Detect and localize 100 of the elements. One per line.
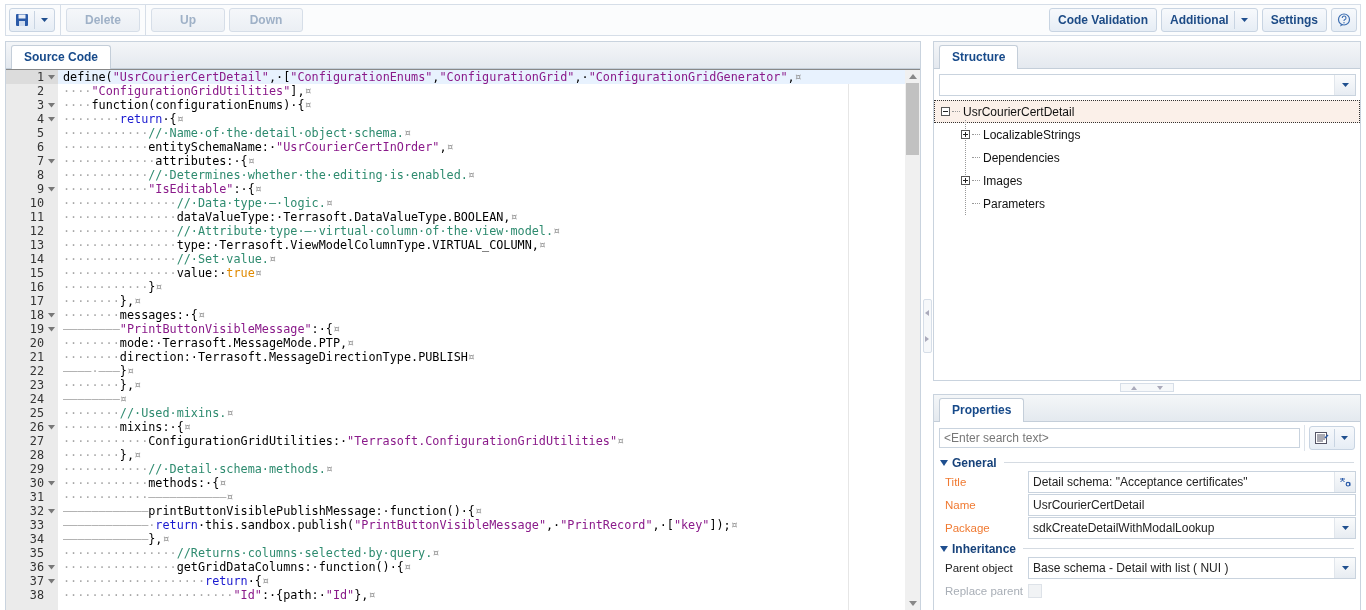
- line-number: 30: [29, 476, 44, 490]
- fold-icon[interactable]: [47, 480, 55, 486]
- line-number: 20: [29, 336, 44, 350]
- fold-icon[interactable]: [47, 312, 55, 318]
- code-line: ········},¤: [63, 294, 142, 308]
- code-line: ————————————printButtonVisiblePublishMessage:·function()·{¤: [63, 504, 483, 518]
- field-label: Name: [945, 498, 977, 511]
- collapse-left-icon[interactable]: [925, 309, 929, 316]
- expand-icon[interactable]: [961, 176, 970, 185]
- group-toggle-icon[interactable]: [940, 545, 948, 552]
- fold-icon[interactable]: [47, 74, 55, 80]
- dropdown-field[interactable]: sdkCreateDetailWithModalLookup: [1028, 516, 1356, 539]
- line-number: 4: [36, 112, 44, 126]
- collapse-icon[interactable]: [941, 107, 950, 116]
- line-number: 26: [29, 420, 44, 434]
- code-line: ————————¤: [63, 392, 127, 406]
- fold-icon[interactable]: [47, 326, 55, 332]
- tree-item[interactable]: Images: [983, 173, 1023, 188]
- line-number: 23: [29, 378, 44, 392]
- code-line: ················//·Set·value.¤: [63, 252, 277, 266]
- group-toggle-icon[interactable]: [940, 459, 948, 466]
- fold-icon[interactable]: [47, 564, 55, 570]
- code-line: ················//·Data·type·—·logic.¤: [63, 196, 333, 210]
- caret-icon: [1340, 435, 1349, 441]
- fold-icon[interactable]: [47, 578, 55, 584]
- tree-item[interactable]: UsrCourierCertDetail: [963, 104, 1075, 119]
- splitter-handle[interactable]: [922, 298, 932, 353]
- scrollbar[interactable]: [905, 70, 920, 610]
- caret-icon: [1340, 564, 1350, 571]
- line-number: 9: [36, 182, 44, 196]
- collapse-right-icon[interactable]: [925, 335, 929, 342]
- text-field[interactable]: Detail schema: "Acceptance certificates": [1028, 470, 1356, 493]
- code-line: ················//Returns·columns·selected·by·query.¤: [63, 546, 440, 560]
- line-number: 33: [29, 518, 44, 532]
- code-line: ····function(configurationEnums)·{¤: [63, 98, 312, 112]
- help-button[interactable]: [1331, 8, 1357, 32]
- scroll-thumb[interactable]: [906, 83, 919, 155]
- view-menu-button[interactable]: [1309, 426, 1355, 450]
- search-field[interactable]: <Enter search text>: [939, 428, 1300, 448]
- toolbar-button[interactable]: Code Validation: [1048, 8, 1157, 32]
- translate-icon: [1339, 476, 1351, 487]
- code-line: ————————"PrintButtonVisibleMessage":·{¤: [63, 322, 340, 336]
- dropdown-button[interactable]: [1334, 557, 1355, 578]
- line-number: 31: [29, 490, 44, 504]
- fold-icon[interactable]: [47, 116, 55, 122]
- line-number: 27: [29, 434, 44, 448]
- line-number: 22: [29, 364, 44, 378]
- expand-icon[interactable]: [961, 130, 970, 139]
- scroll-down-icon[interactable]: [908, 601, 917, 606]
- group-title[interactable]: General: [952, 455, 997, 470]
- group-title[interactable]: Inheritance: [952, 541, 1017, 556]
- line-number: 10: [29, 196, 44, 210]
- line-number: 24: [29, 392, 44, 406]
- code-line: ········//·Used·mixins.¤: [63, 406, 234, 420]
- line-number: 34: [29, 532, 44, 546]
- code-line: ————————————},¤: [63, 532, 170, 546]
- tab[interactable]: Properties: [939, 398, 1025, 422]
- tab[interactable]: Source Code: [11, 45, 111, 69]
- splitter-handle[interactable]: [1120, 383, 1174, 392]
- line-number: 11: [29, 210, 44, 224]
- dropdown-field[interactable]: Base schema - Detail with list ( NUI ): [1028, 556, 1356, 579]
- code-line: ················getGridDataColumns:·function()·{¤: [63, 560, 412, 574]
- field-label: Parent object: [945, 561, 1014, 574]
- translate-button[interactable]: [1334, 471, 1355, 492]
- fold-icon[interactable]: [47, 424, 55, 430]
- tree-item[interactable]: Parameters: [983, 196, 1046, 211]
- scroll-up-icon[interactable]: [908, 74, 917, 79]
- code-line: ····"ConfigurationGridUtilities"],¤: [63, 84, 312, 98]
- code-line: ············ConfigurationGridUtilities:·"Terrasoft.ConfigurationGridUtilities"¤: [63, 434, 625, 448]
- line-number: 13: [29, 238, 44, 252]
- line-number: 17: [29, 294, 44, 308]
- code-line: ················//·Attribute·type·—·virtual·column·of·the·view·model.¤: [63, 224, 561, 238]
- tab[interactable]: Structure: [939, 45, 1019, 69]
- tree-item[interactable]: Dependencies: [983, 150, 1060, 165]
- text-field[interactable]: UsrCourierCertDetail: [1028, 493, 1356, 516]
- additional-button[interactable]: Additional: [1161, 8, 1258, 32]
- fold-icon[interactable]: [47, 508, 55, 514]
- field-label: Title: [945, 475, 968, 488]
- save-button[interactable]: [9, 8, 55, 32]
- fold-icon[interactable]: [47, 158, 55, 164]
- toolbar-button[interactable]: Settings: [1261, 8, 1327, 32]
- dropdown-button[interactable]: [1334, 517, 1355, 538]
- field-label: Replace parent: [945, 584, 1024, 597]
- line-number: 29: [29, 462, 44, 476]
- help-icon: [1337, 13, 1351, 27]
- line-number: 36: [29, 560, 44, 574]
- fold-icon[interactable]: [47, 186, 55, 192]
- collapse-down-icon[interactable]: [1157, 385, 1163, 390]
- line-number: 16: [29, 280, 44, 294]
- tree-item[interactable]: LocalizableStrings: [983, 127, 1081, 142]
- code-line: ········messages:·{¤: [63, 308, 206, 322]
- collapse-up-icon[interactable]: [1131, 385, 1137, 390]
- code-line: define("UsrCourierCertDetail",·["ConfigurationEnums","ConfigurationGrid",·"ConfigurationGridGenerator",¤: [63, 70, 802, 84]
- code-line: ············"IsEditable":·{¤: [63, 182, 262, 196]
- dropdown-button[interactable]: [1334, 75, 1355, 95]
- field-label: Package: [945, 521, 991, 534]
- caret-icon: [40, 17, 49, 23]
- fold-icon[interactable]: [47, 102, 55, 108]
- caret-icon: [1340, 82, 1350, 88]
- code-line: ············methods:·{¤: [63, 476, 227, 490]
